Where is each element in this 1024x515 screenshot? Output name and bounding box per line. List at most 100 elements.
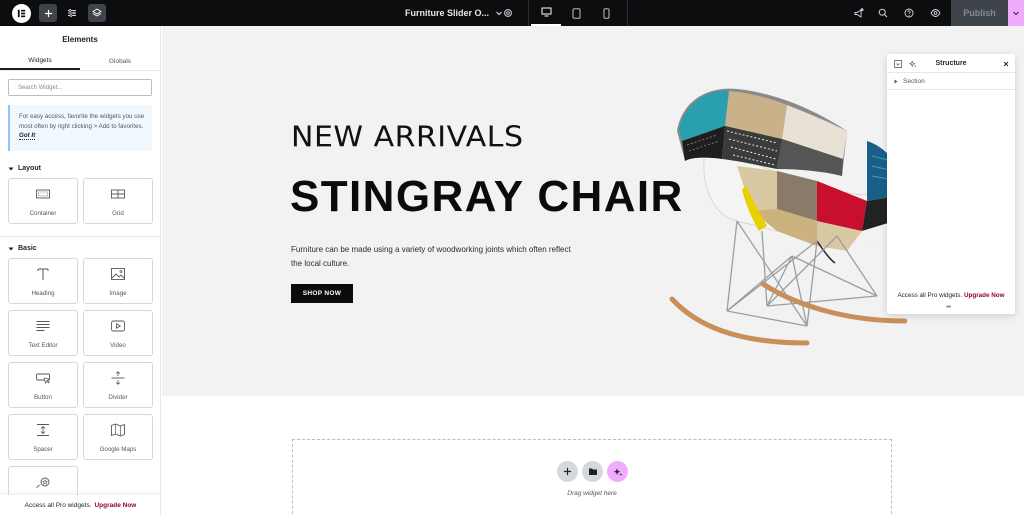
spacer-icon — [37, 423, 49, 436]
add-element-button[interactable] — [39, 4, 57, 22]
shop-now-button[interactable]: SHOP NOW — [291, 284, 353, 303]
top-toolbar: Furniture Slider O... Publish — [0, 0, 1024, 26]
hero-kicker[interactable]: NEW ARRIVALS — [291, 121, 524, 154]
toolbar-divider — [528, 0, 529, 26]
widget-text-editor[interactable]: Text Editor — [8, 310, 78, 356]
search-icon — [878, 8, 888, 18]
category-divider — [0, 236, 160, 237]
close-icon — [1003, 61, 1008, 66]
chair-image[interactable] — [667, 81, 907, 351]
help-button[interactable] — [900, 4, 918, 22]
tab-globals[interactable]: Globals — [80, 52, 160, 70]
toolbar-divider — [627, 0, 628, 26]
widget-container[interactable]: Container — [8, 178, 78, 224]
add-template-button[interactable] — [582, 461, 603, 482]
widget-label: Text Editor — [28, 341, 58, 349]
desktop-view-button[interactable] — [531, 0, 561, 26]
widget-heading[interactable]: Heading — [8, 258, 78, 304]
widget-label: Video — [110, 341, 126, 349]
basic-widgets: Heading Image Text Editor Video Button D… — [0, 258, 160, 512]
search-placeholder: Search Widget... — [18, 84, 63, 91]
publish-button[interactable]: Publish — [951, 0, 1008, 26]
megaphone-icon — [854, 7, 863, 18]
structure-title: Structure — [935, 59, 967, 67]
widget-spacer[interactable]: Spacer — [8, 414, 78, 460]
panel-title: Elements — [62, 34, 98, 44]
eye-icon — [929, 9, 941, 17]
widget-video[interactable]: Video — [83, 310, 153, 356]
plus-icon — [563, 467, 572, 476]
structure-panel: Structure Section Access all Pro widgets… — [887, 54, 1015, 314]
tab-widgets[interactable]: Widgets — [0, 52, 80, 70]
page-settings-button[interactable] — [499, 4, 517, 22]
container-icon — [36, 189, 50, 198]
image-icon — [111, 267, 125, 280]
structure-header: Structure — [887, 54, 1015, 73]
document-title: Furniture Slider O... — [405, 8, 490, 18]
footer-text: Access all Pro widgets. — [24, 501, 92, 509]
add-section-button[interactable] — [557, 461, 578, 482]
category-label: Basic — [18, 245, 37, 252]
close-structure-button[interactable] — [1000, 58, 1011, 69]
caret-right-icon — [894, 79, 898, 83]
button-icon — [36, 373, 51, 384]
text-editor-icon — [36, 320, 50, 331]
preview-button[interactable] — [926, 4, 944, 22]
widget-google-maps[interactable]: Google Maps — [83, 414, 153, 460]
chevron-down-icon — [1013, 11, 1019, 16]
structure-item-label: Section — [903, 77, 925, 85]
dropzone-actions — [557, 461, 628, 482]
tablet-icon — [572, 7, 580, 19]
tablet-view-button[interactable] — [561, 0, 591, 26]
document-title-dropdown[interactable]: Furniture Slider O... — [405, 0, 503, 26]
publish-options-button[interactable] — [1008, 0, 1024, 26]
got-it-link[interactable]: Got It — [19, 132, 36, 140]
dropzone-hint: Drag widget here — [567, 490, 617, 497]
elementor-logo-icon[interactable] — [12, 4, 31, 23]
widget-button[interactable]: Button — [8, 362, 78, 408]
resize-grip-icon[interactable]: ••• — [946, 304, 951, 311]
hero-description[interactable]: Furniture can be made using a variety of… — [291, 243, 571, 271]
widget-grid[interactable]: Grid — [83, 178, 153, 224]
footer-text: Access all Pro widgets. — [897, 292, 963, 299]
widget-label: Container — [29, 209, 57, 217]
search-button[interactable] — [874, 4, 892, 22]
whats-new-button[interactable] — [849, 4, 867, 22]
sparkles-icon — [613, 468, 622, 476]
widget-label: Google Maps — [99, 445, 137, 453]
site-settings-button[interactable] — [63, 4, 81, 22]
structure-item-section[interactable]: Section — [887, 73, 1015, 90]
icon-widget-icon — [36, 477, 50, 489]
divider-icon — [111, 370, 125, 385]
panel-tabs: Widgets Globals — [0, 52, 160, 71]
caret-down-icon — [8, 167, 14, 170]
mobile-view-button[interactable] — [591, 0, 621, 26]
gear-icon — [504, 9, 512, 17]
structure-toggle-button[interactable] — [88, 4, 106, 22]
search-widget-input[interactable]: Search Widget... — [8, 79, 152, 96]
layers-icon — [92, 8, 102, 17]
widget-label: Divider — [108, 393, 128, 401]
widget-label: Grid — [112, 209, 124, 217]
hero-headline[interactable]: STINGRAY CHAIR — [290, 172, 684, 222]
caret-down-icon — [8, 247, 14, 250]
structure-pro-footer: Access all Pro widgets. Upgrade Now — [887, 292, 1015, 299]
category-label: Layout — [18, 165, 41, 172]
layout-widgets: Container Grid — [0, 178, 160, 224]
widget-divider[interactable]: Divider — [83, 362, 153, 408]
widget-label: Button — [34, 393, 52, 401]
ai-generate-button[interactable] — [607, 461, 628, 482]
heading-icon — [37, 268, 49, 280]
widget-label: Heading — [31, 289, 55, 297]
category-layout-toggle[interactable]: Layout — [0, 165, 160, 172]
video-icon — [111, 320, 125, 331]
widget-image[interactable]: Image — [83, 258, 153, 304]
help-circle-icon — [904, 8, 914, 18]
upgrade-now-link[interactable]: Upgrade Now — [94, 502, 136, 509]
favorites-tip: For easy access, favorite the widgets yo… — [8, 105, 152, 151]
upgrade-now-link[interactable]: Upgrade Now — [964, 292, 1005, 299]
category-basic-toggle[interactable]: Basic — [0, 245, 160, 252]
elements-panel: Elements Widgets Globals Search Widget..… — [0, 26, 161, 515]
widget-label: Spacer — [33, 445, 53, 453]
grid-icon — [111, 189, 125, 198]
